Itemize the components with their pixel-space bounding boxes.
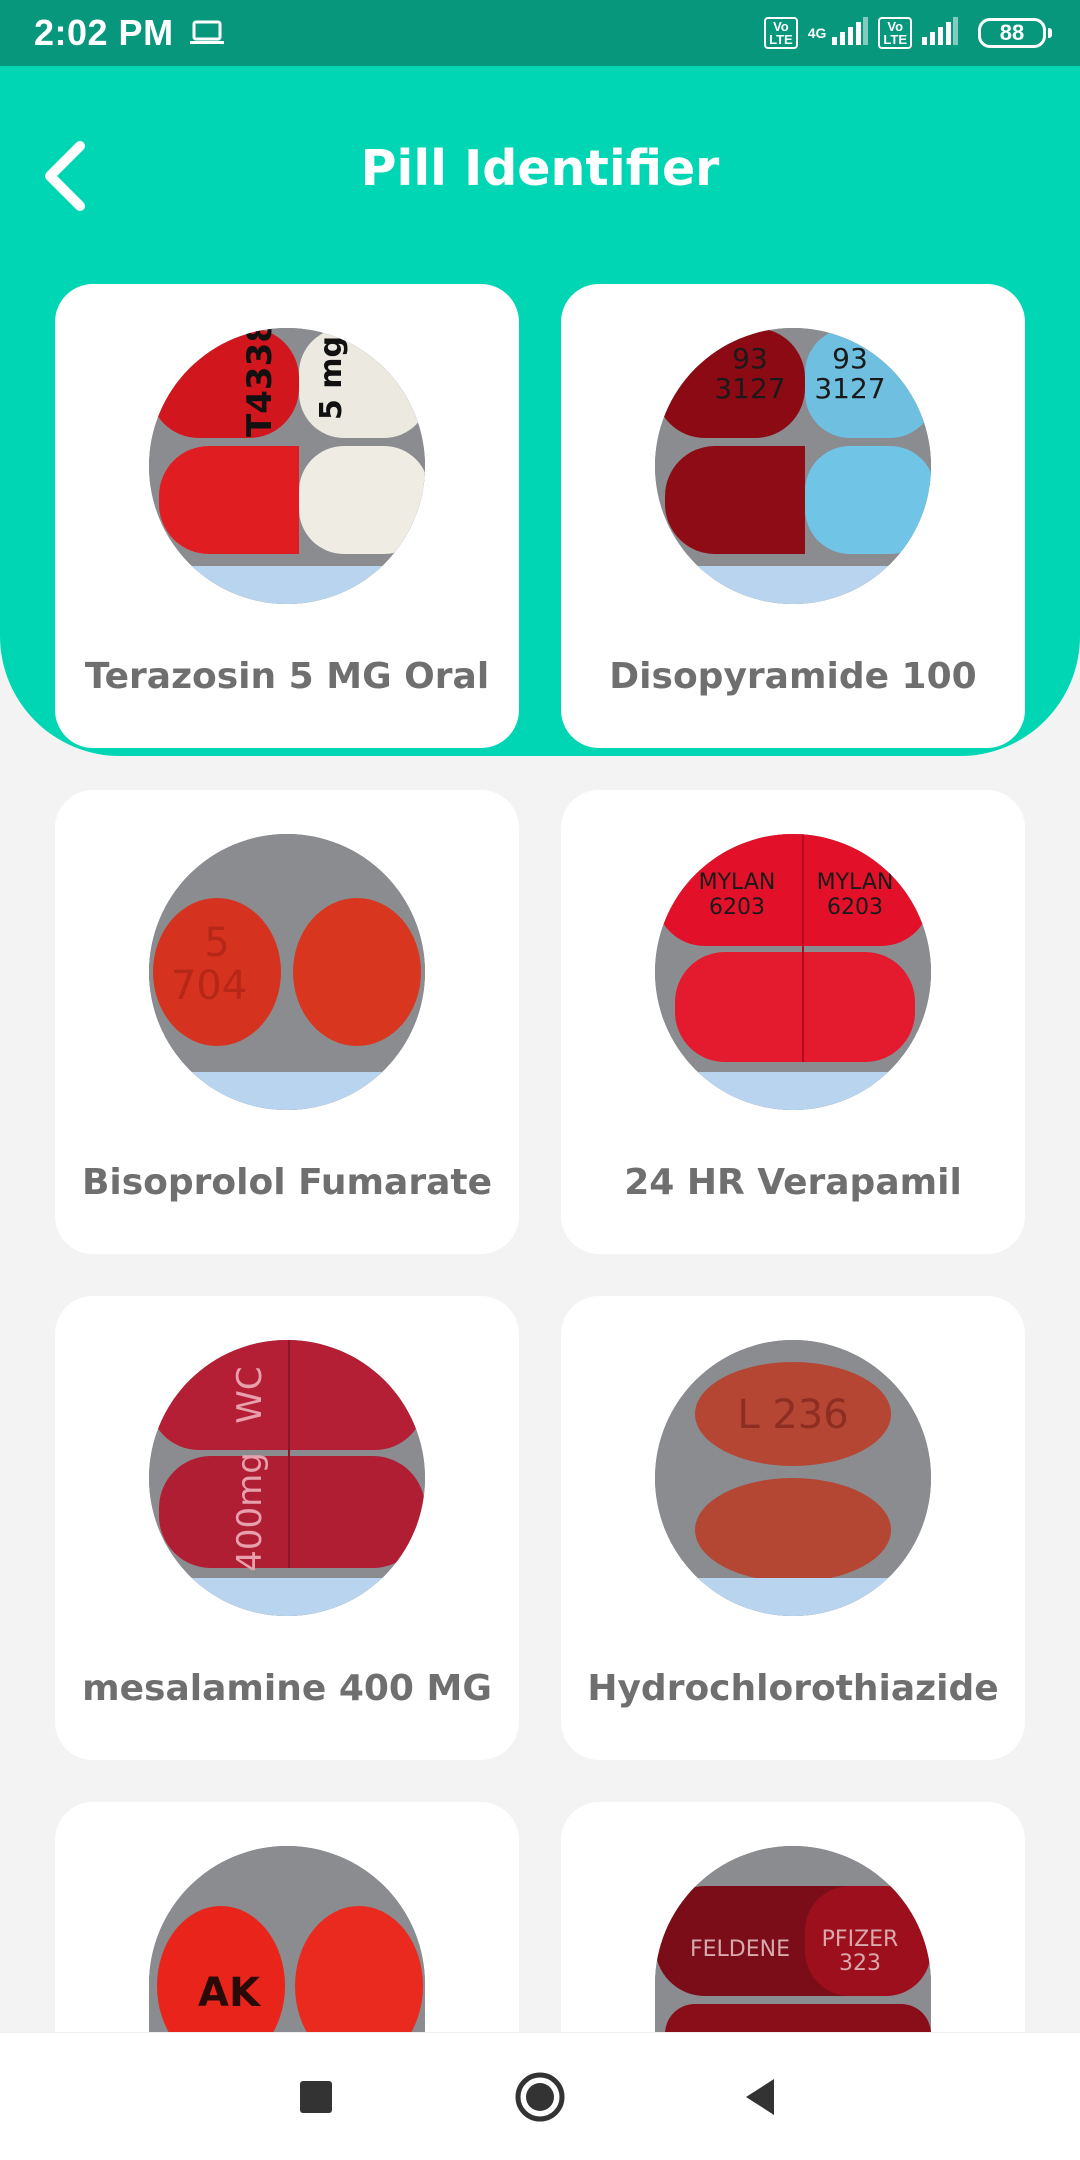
pill-card[interactable]: T4338 5 mg Terazosin 5 MG Oral <box>55 284 519 748</box>
network-type: 4G <box>807 25 827 41</box>
pill-image: T4338 5 mg <box>149 328 425 604</box>
pill-imprint: T4338 <box>240 328 280 437</box>
nav-back-button[interactable] <box>730 2067 790 2127</box>
svg-text:5: 5 <box>204 920 229 966</box>
status-bar: 2:02 PM Vo LTE 4G Vo LTE 88 <box>0 0 1080 66</box>
pill-name: Bisoprolol Fumarate <box>81 1162 493 1203</box>
page-title: Pill Identifier <box>360 140 720 197</box>
svg-text:400mg: 400mg <box>230 1452 270 1572</box>
pill-card[interactable]: 5 704 Bisoprolol Fumarate <box>55 790 519 1254</box>
laptop-icon <box>189 20 224 46</box>
circle-icon <box>515 2072 565 2122</box>
signal-icon <box>922 16 958 50</box>
svg-text:3127: 3127 <box>714 372 785 405</box>
svg-text:AK: AK <box>198 1970 262 2016</box>
battery-icon: 88 <box>978 18 1052 48</box>
svg-text:93: 93 <box>732 342 768 375</box>
svg-text:6203: 6203 <box>709 895 765 920</box>
pill-name: Terazosin 5 MG Oral <box>84 656 490 697</box>
pill-image: WC 400mg <box>149 1340 425 1616</box>
pill-image: 93 3127 93 3127 <box>655 328 931 604</box>
pill-image: 5 704 <box>149 834 425 1110</box>
svg-text:FELDENE: FELDENE <box>690 1937 790 1962</box>
svg-text:MYLAN: MYLAN <box>699 870 776 895</box>
svg-text:L 236: L 236 <box>737 1392 848 1438</box>
volte-icon: Vo LTE <box>878 17 912 49</box>
status-time: 2:02 PM <box>34 12 174 53</box>
volte-icon: Vo LTE <box>764 17 798 49</box>
pill-image: L 236 <box>655 1340 931 1616</box>
pill-name: Hydrochlorothiazide <box>587 1668 999 1709</box>
pill-card[interactable]: MYLAN 6203 MYLAN 6203 24 HR Verapamil <box>561 790 1025 1254</box>
pill-name: Disopyramide 100 <box>609 656 977 697</box>
pill-name: 24 HR Verapamil <box>624 1162 962 1203</box>
svg-text:MYLAN: MYLAN <box>817 870 894 895</box>
pill-image: MYLAN 6203 MYLAN 6203 <box>655 834 931 1110</box>
svg-text:WC: WC <box>230 1366 270 1423</box>
svg-text:704: 704 <box>171 963 247 1009</box>
signal-icon <box>832 16 869 50</box>
pill-card[interactable]: AK <box>55 1802 519 2032</box>
system-nav-bar <box>0 2032 1080 2160</box>
pill-name: mesalamine 400 MG <box>82 1668 492 1709</box>
pill-imprint: 5 mg <box>314 336 349 420</box>
status-indicators: Vo LTE 4G Vo LTE 88 <box>764 16 1052 50</box>
svg-text:PFIZER: PFIZER <box>822 1927 899 1952</box>
svg-text:323: 323 <box>839 1951 881 1976</box>
svg-text:93: 93 <box>832 342 868 375</box>
battery-level: 88 <box>999 20 1025 45</box>
pill-image: FELDENE PFIZER 323 <box>655 1846 931 2032</box>
pill-card[interactable]: WC 400mg mesalamine 400 MG <box>55 1296 519 1760</box>
square-icon <box>300 2081 332 2113</box>
pill-card[interactable]: L 236 Hydrochlorothiazide <box>561 1296 1025 1760</box>
pill-image: AK <box>149 1846 425 2032</box>
pill-card[interactable]: FELDENE PFIZER 323 <box>561 1802 1025 2032</box>
recents-button[interactable] <box>286 2067 346 2127</box>
svg-text:3127: 3127 <box>814 372 885 405</box>
pill-card[interactable]: 93 3127 93 3127 Disopyramide 100 <box>561 284 1025 748</box>
svg-text:6203: 6203 <box>827 895 883 920</box>
home-button[interactable] <box>510 2067 570 2127</box>
triangle-back-icon <box>746 2079 774 2115</box>
